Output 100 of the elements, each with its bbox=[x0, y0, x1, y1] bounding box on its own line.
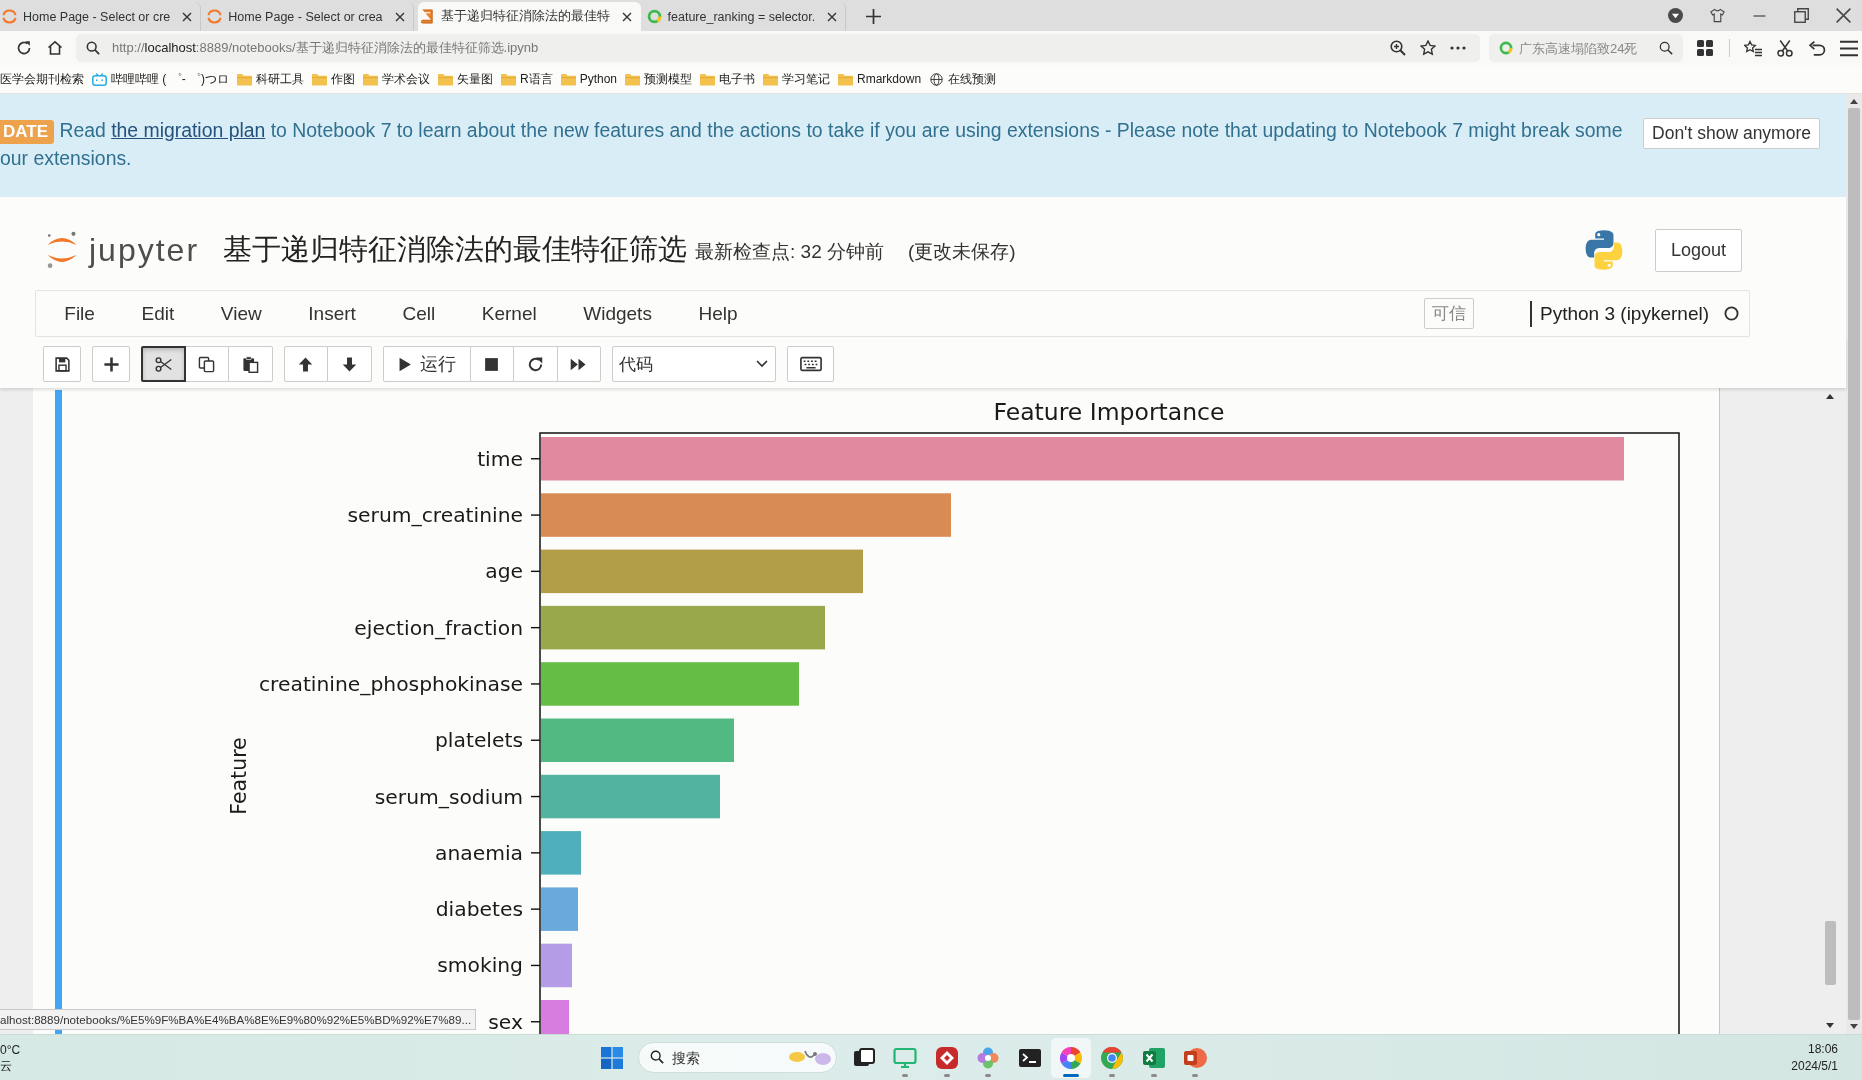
axis-label: Feature bbox=[227, 737, 251, 815]
chevron-down-icon bbox=[756, 360, 768, 368]
weather-temperature[interactable]: 0°C bbox=[0, 1041, 40, 1058]
feature-label: serum_sodium bbox=[374, 784, 523, 809]
dismiss-button[interactable]: Don't show anymore bbox=[1643, 118, 1820, 149]
checkpoint-text: 最新检查点: 32 分钟前 bbox=[695, 240, 885, 264]
tick-mark bbox=[530, 570, 541, 573]
logout-button[interactable]: Logout bbox=[1654, 228, 1742, 272]
close-icon[interactable] bbox=[1836, 8, 1851, 23]
scroll-down-icon[interactable] bbox=[1850, 1024, 1858, 1029]
reload-icon[interactable] bbox=[16, 40, 32, 56]
close-icon[interactable] bbox=[621, 11, 632, 22]
color-wheel-icon bbox=[1058, 1045, 1083, 1070]
menu-item[interactable]: Kernel bbox=[458, 302, 560, 325]
status-url: alhost:8889/notebooks/%E5%9F%BA%E4%BA%8E%E9%80%92%E5%BD%92%E7%89... bbox=[0, 1009, 477, 1030]
logo-icon[interactable] bbox=[45, 230, 79, 270]
tick-mark bbox=[530, 739, 541, 741]
clock-date[interactable]: 2024/5/1 bbox=[1791, 1057, 1838, 1075]
bookmark-link[interactable]: 医学会期刊检索 bbox=[0, 70, 84, 88]
close-icon[interactable] bbox=[827, 11, 838, 22]
page-scrollbar[interactable] bbox=[1846, 94, 1862, 1034]
tick-mark bbox=[530, 852, 541, 854]
copy-icon bbox=[198, 355, 216, 373]
shirt-icon[interactable] bbox=[1710, 8, 1725, 23]
copy-button[interactable] bbox=[184, 346, 229, 382]
bookmark-link[interactable]: 哔哩哔哩 ( ゜- ゜)つロ bbox=[92, 70, 229, 88]
move-down-button[interactable] bbox=[327, 346, 372, 382]
tick-mark bbox=[530, 908, 541, 910]
menu-item[interactable]: Cell bbox=[379, 302, 459, 325]
kernel-name[interactable]: Python 3 (ipykernel) bbox=[1540, 302, 1709, 325]
search-field[interactable]: 广东高速塌陷致24死 bbox=[1489, 34, 1683, 62]
folder-icon bbox=[625, 72, 641, 86]
restart-button[interactable] bbox=[513, 346, 558, 382]
weather-condition[interactable]: 云 bbox=[0, 1057, 40, 1074]
close-icon[interactable] bbox=[182, 11, 193, 22]
minimize-icon[interactable] bbox=[1752, 14, 1767, 17]
logo-text[interactable]: jupyter bbox=[89, 231, 200, 269]
menu-item[interactable]: View bbox=[197, 302, 285, 325]
clock-time[interactable]: 18:06 bbox=[1807, 1040, 1838, 1058]
tick-mark bbox=[530, 795, 541, 798]
menu-item[interactable]: Help bbox=[675, 302, 761, 325]
star-icon[interactable] bbox=[1420, 40, 1436, 56]
shortcuts-button[interactable] bbox=[787, 346, 834, 382]
cell-type-select[interactable]: 代码 bbox=[612, 346, 776, 382]
save-button[interactable] bbox=[43, 346, 81, 382]
scissors-icon[interactable] bbox=[1776, 39, 1794, 57]
menu-item[interactable]: Insert bbox=[285, 302, 380, 325]
scrollbar-thumb[interactable] bbox=[1848, 108, 1860, 1020]
restore-icon[interactable] bbox=[1794, 8, 1809, 23]
scroll-down-icon[interactable] bbox=[1826, 1023, 1834, 1028]
bookmark-link[interactable]: 在线预测 bbox=[929, 70, 997, 88]
cut-button[interactable] bbox=[141, 346, 186, 382]
tick-mark bbox=[530, 514, 541, 516]
grid-icon[interactable] bbox=[1697, 40, 1713, 56]
bookmark-link[interactable]: 预测模型 bbox=[625, 70, 693, 88]
book-icon bbox=[419, 9, 435, 24]
menu-item[interactable]: File bbox=[41, 302, 119, 325]
stop-button[interactable] bbox=[469, 346, 514, 382]
bookmark-link[interactable]: 作图 bbox=[312, 70, 355, 88]
tick-mark bbox=[530, 626, 541, 629]
menu-icon[interactable] bbox=[1840, 39, 1858, 57]
search-icon[interactable] bbox=[1659, 41, 1673, 55]
scroll-up-icon[interactable] bbox=[1826, 394, 1834, 399]
menu-item[interactable]: Edit bbox=[118, 302, 198, 325]
address-field[interactable]: http://localhost:8889/notebooks/基于递归特征消除法的最佳特征筛选.ipynb bbox=[76, 34, 1480, 62]
bookmark-link[interactable]: 学术会议 bbox=[363, 70, 430, 88]
insert-cell-button[interactable] bbox=[92, 346, 130, 382]
bookmark-link[interactable]: 电子书 bbox=[700, 70, 756, 88]
notebook-title[interactable]: 基于递归特征消除法的最佳特征筛选 bbox=[223, 231, 688, 269]
migration-link[interactable]: the migration plan bbox=[111, 119, 266, 141]
refresh-icon bbox=[526, 355, 544, 373]
undo-icon[interactable] bbox=[1808, 39, 1826, 57]
home-icon[interactable] bbox=[47, 40, 63, 56]
scrollbar-thumb[interactable] bbox=[1824, 921, 1836, 985]
close-icon[interactable] bbox=[394, 11, 405, 22]
star-list-icon[interactable] bbox=[1744, 39, 1762, 57]
tick-mark bbox=[530, 1021, 541, 1023]
browser-tab[interactable]: 基于递归特征消除法的最佳特 bbox=[417, 2, 641, 31]
bookmark-link[interactable]: 学习笔记 bbox=[763, 70, 831, 88]
run-all-button[interactable] bbox=[556, 346, 601, 382]
arc-icon bbox=[2, 9, 17, 24]
run-button[interactable]: 运行 bbox=[382, 346, 471, 382]
update-message: DATE Read the migration plan to Notebook 7 to learn about the new features and the actions to take if you are using extensions - Please note that updating to Notebook 7 might break some our extensions. bbox=[0, 118, 1624, 171]
start-icon[interactable] bbox=[601, 1046, 623, 1069]
menu-item[interactable]: Widgets bbox=[559, 302, 676, 325]
arrow-circle-icon[interactable] bbox=[1668, 8, 1683, 23]
taskbar-search-field[interactable]: 搜索 bbox=[638, 1042, 837, 1073]
bookmark-link[interactable]: Rmarkdown bbox=[838, 72, 922, 86]
bookmark-link[interactable]: Python bbox=[560, 72, 618, 86]
bookmark-link[interactable]: 科研工具 bbox=[237, 70, 304, 88]
folder-icon bbox=[501, 72, 516, 86]
bookmark-link[interactable]: R语言 bbox=[501, 70, 553, 88]
zoom-in-icon[interactable] bbox=[1390, 40, 1406, 56]
plus-icon[interactable] bbox=[866, 9, 882, 24]
paste-button[interactable] bbox=[228, 346, 273, 382]
move-up-button[interactable] bbox=[283, 346, 328, 382]
bookmark-link[interactable]: 矢量图 bbox=[438, 70, 493, 88]
more-icon[interactable] bbox=[1450, 46, 1466, 50]
flower-icon bbox=[976, 1045, 1001, 1070]
scroll-up-icon[interactable] bbox=[1850, 99, 1858, 104]
